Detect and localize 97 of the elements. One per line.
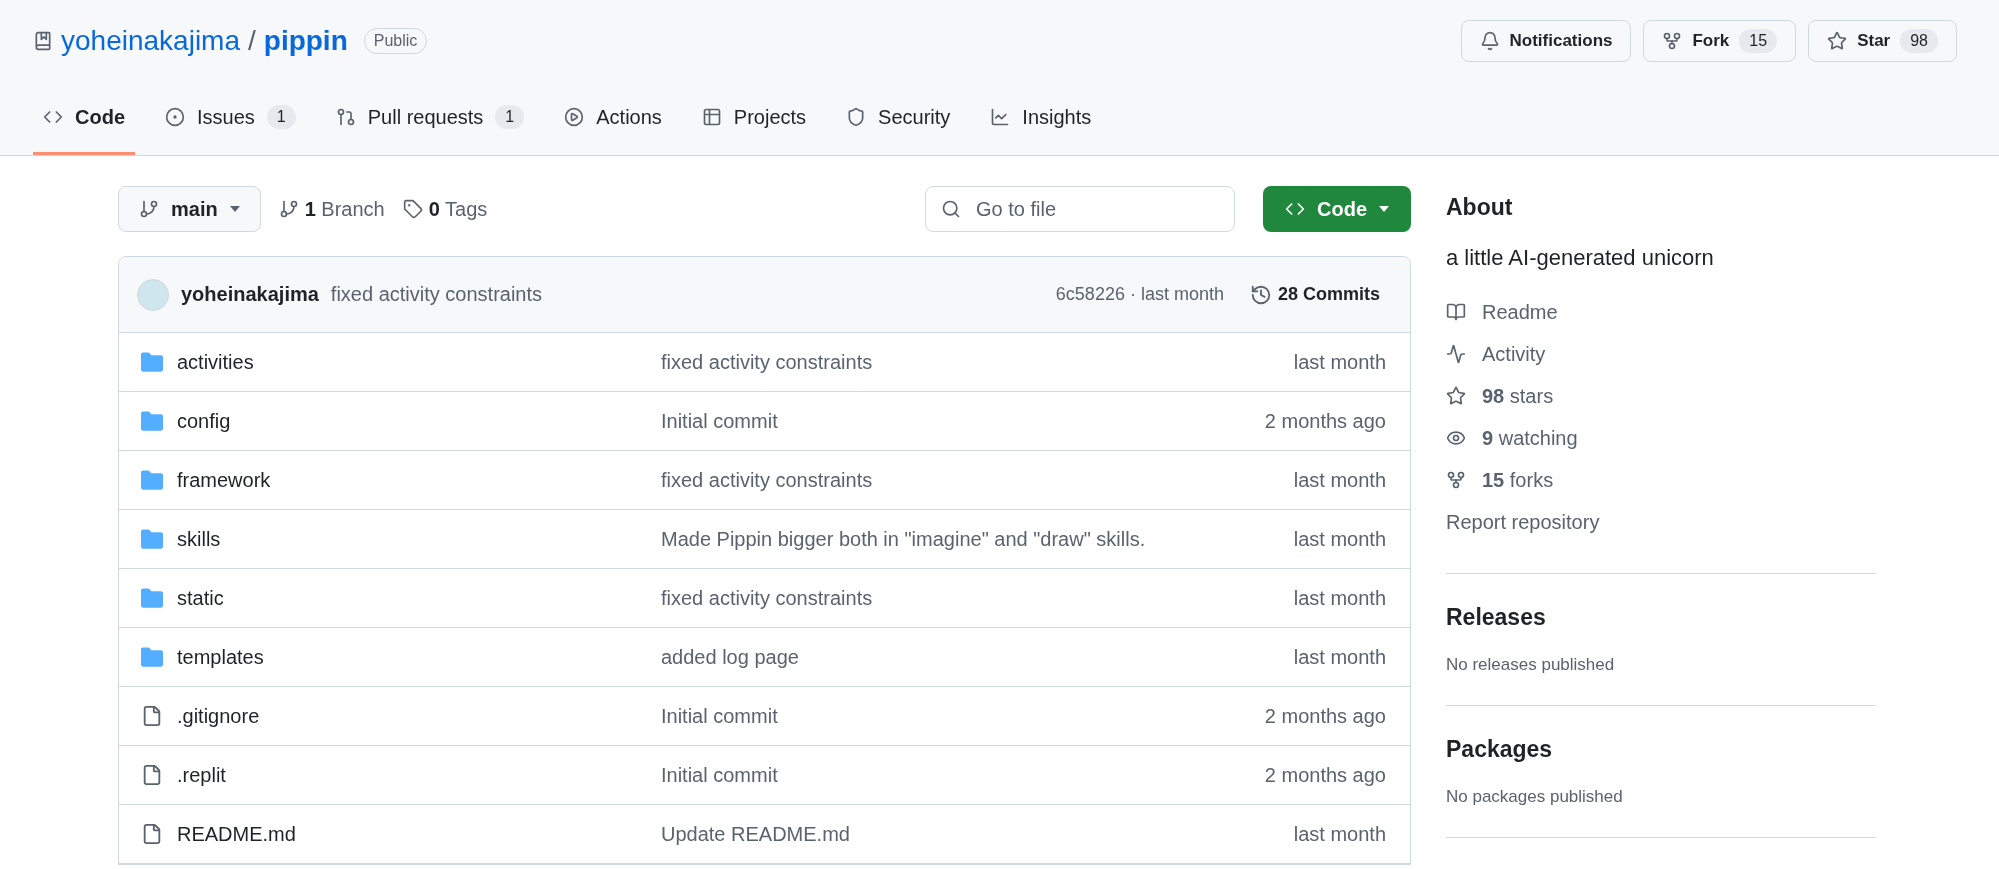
- play-icon: [564, 107, 585, 127]
- repo-icon: [33, 31, 53, 51]
- avatar: [137, 278, 169, 311]
- repo-tab[interactable]: Pull requests 1: [325, 82, 535, 155]
- commit-time: last month: [1293, 586, 1386, 610]
- repo-tab[interactable]: Security: [836, 82, 961, 155]
- commit-message-link[interactable]: Initial commit: [661, 763, 778, 786]
- about-link[interactable]: Readme: [1446, 291, 1876, 333]
- file-name-link[interactable]: config: [177, 409, 231, 433]
- branches-link[interactable]: 1 Branch: [278, 197, 385, 221]
- caret-icon: [1379, 206, 1389, 212]
- commit-message-link[interactable]: fixed activity constraints: [661, 350, 873, 373]
- file-name-link[interactable]: .gitignore: [177, 704, 260, 728]
- star-icon: [1446, 386, 1466, 406]
- file-icon: [141, 705, 163, 727]
- folder-icon: [141, 470, 163, 490]
- commit-time: 2 months ago: [1264, 763, 1386, 787]
- file-icon: [141, 823, 163, 845]
- branch-icon: [278, 199, 299, 219]
- commit-message-link[interactable]: Made Pippin bigger both in "imagine" and "draw" skills.: [661, 527, 1146, 550]
- file-name-link[interactable]: framework: [177, 468, 271, 492]
- branch-icon: [139, 199, 159, 219]
- commit-message-link[interactable]: fixed activity constraints: [661, 468, 873, 491]
- commit-message-link[interactable]: added log page: [661, 645, 799, 668]
- file-name-link[interactable]: skills: [177, 527, 221, 551]
- shield-icon: [846, 107, 867, 127]
- counter: 1: [266, 105, 296, 129]
- commit-time: 2 months ago: [1264, 704, 1386, 728]
- path-separator: /: [248, 25, 256, 57]
- book-icon: [1446, 302, 1466, 322]
- fork-icon: [1446, 470, 1466, 490]
- counter: 15: [1739, 29, 1778, 53]
- commit-message-link[interactable]: Update README.md: [661, 822, 850, 845]
- repo-tab[interactable]: Insights: [980, 82, 1102, 155]
- line-chart-icon: [990, 107, 1011, 127]
- commit-hash-time[interactable]: 6c58226 · last month: [1055, 284, 1224, 305]
- fork-icon: [1662, 31, 1683, 51]
- commit-message-link[interactable]: Initial commit: [661, 409, 778, 432]
- eye-icon: [1446, 428, 1466, 448]
- repo-name-link[interactable]: pippin: [263, 25, 348, 57]
- about-link[interactable]: 9 watching: [1446, 417, 1876, 459]
- commit-message-link[interactable]: fixed activity constraints: [661, 586, 873, 609]
- repo-tab[interactable]: Projects: [691, 82, 817, 155]
- about-link[interactable]: 15 forks: [1446, 459, 1876, 501]
- about-link[interactable]: 98 stars: [1446, 375, 1876, 417]
- notifications-button[interactable]: Notifications: [1460, 20, 1632, 62]
- tags-link[interactable]: 0 Tags: [402, 197, 488, 221]
- file-name-link[interactable]: README.md: [177, 822, 296, 846]
- commit-time: 2 months ago: [1264, 409, 1386, 433]
- folder-icon: [141, 588, 163, 608]
- commit-time: last month: [1293, 645, 1386, 669]
- folder-icon: [141, 352, 163, 372]
- file-name-link[interactable]: static: [177, 586, 224, 610]
- fork-button[interactable]: Fork 15: [1643, 20, 1797, 62]
- commits-link[interactable]: 28 Commits: [1249, 283, 1380, 306]
- repo-tab[interactable]: Issues 1: [155, 82, 306, 155]
- folder-icon: [141, 411, 163, 431]
- file-name-link[interactable]: activities: [177, 350, 254, 374]
- commit-author[interactable]: yoheinakajima: [181, 283, 319, 306]
- commit-message[interactable]: fixed activity constraints: [330, 283, 543, 306]
- releases-heading: Releases: [1446, 604, 1547, 631]
- repo-owner-link[interactable]: yoheinakajima: [61, 25, 240, 57]
- star-button[interactable]: Star 98: [1808, 20, 1957, 62]
- commit-time: last month: [1293, 468, 1386, 492]
- repo-tab[interactable]: Code: [33, 82, 135, 155]
- pulse-icon: [1446, 344, 1466, 364]
- go-to-file-field[interactable]: Go to file: [925, 186, 1235, 232]
- report-link[interactable]: Report repository: [1446, 501, 1876, 543]
- pull-request-icon: [335, 107, 356, 127]
- folder-icon: [141, 647, 163, 667]
- table-icon: [701, 107, 722, 127]
- about-link[interactable]: Activity: [1446, 333, 1876, 375]
- releases-note: No releases published: [1446, 655, 1616, 675]
- code-button[interactable]: Code: [1263, 186, 1411, 232]
- star-icon: [1827, 31, 1848, 51]
- repo-tab[interactable]: Actions: [554, 82, 672, 155]
- commit-message-link[interactable]: Initial commit: [661, 704, 778, 727]
- folder-icon: [141, 529, 163, 549]
- caret-icon: [229, 206, 240, 212]
- branch-select[interactable]: main: [118, 186, 261, 232]
- tag-icon: [402, 199, 423, 219]
- file-name-link[interactable]: templates: [177, 645, 264, 669]
- repo-description: a little AI-generated unicorn: [1446, 245, 1715, 271]
- commit-time: last month: [1293, 527, 1386, 551]
- counter: 98: [1900, 29, 1938, 53]
- counter: 1: [495, 105, 525, 129]
- commit-time: last month: [1293, 350, 1386, 374]
- packages-note: No packages published: [1446, 787, 1624, 807]
- commit-time: last month: [1293, 822, 1386, 846]
- about-heading: About: [1446, 194, 1514, 221]
- bell-icon: [1479, 31, 1500, 51]
- file-icon: [141, 764, 163, 786]
- search-icon: [941, 199, 961, 219]
- issue-icon: [165, 107, 185, 127]
- packages-heading: Packages: [1446, 736, 1554, 763]
- history-icon: [1249, 283, 1272, 306]
- file-name-link[interactable]: .replit: [177, 763, 226, 787]
